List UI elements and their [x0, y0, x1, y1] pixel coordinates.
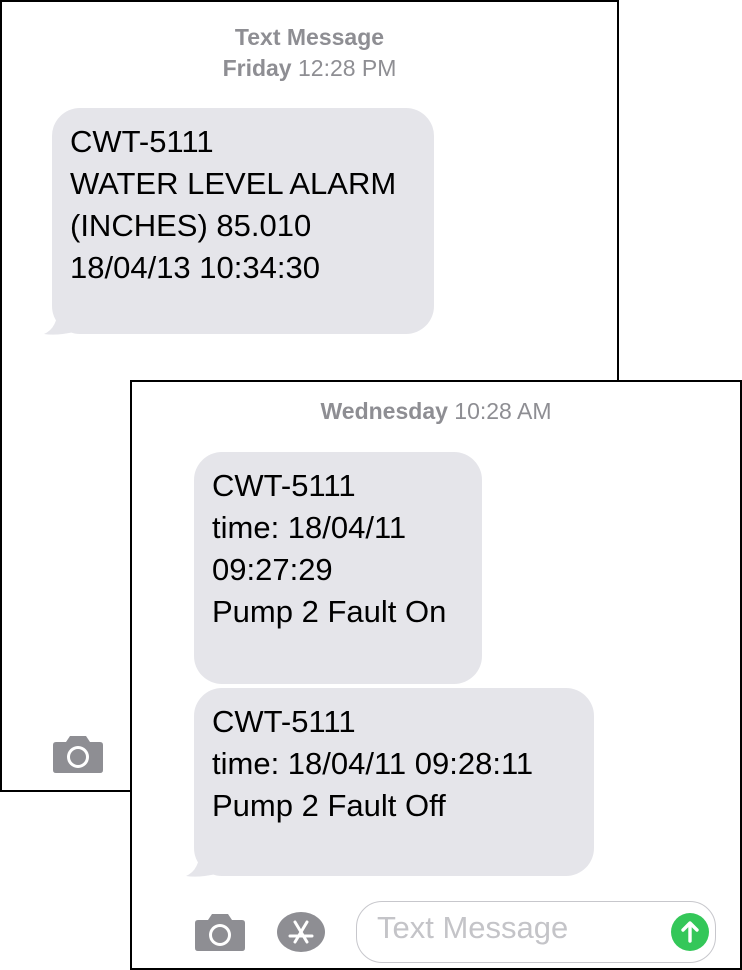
timestamp-day: Friday	[222, 55, 292, 82]
message-line: CWT-5111	[212, 704, 356, 739]
app-store-icon[interactable]	[276, 911, 326, 953]
message-line: time: 18/04/11	[212, 510, 407, 545]
message-line: 09:27:29	[212, 552, 333, 587]
timestamp-time: 12:28 PM	[297, 55, 397, 82]
front-conversation-panel: Wednesday 10:28 AM CWT-5111 time: 18/04/…	[130, 380, 742, 970]
message-line: (INCHES) 85.010	[70, 208, 312, 243]
timestamp-day: Wednesday	[320, 398, 448, 424]
camera-icon[interactable]	[194, 912, 246, 952]
timestamp: Friday 12:28 PM	[2, 53, 617, 84]
conversation-header: Wednesday 10:28 AM	[132, 396, 740, 427]
message-line: WATER LEVEL ALARM	[70, 166, 397, 201]
message-input-placeholder: Text Message	[377, 910, 569, 945]
message-line: Pump 2 Fault On	[212, 594, 447, 629]
timestamp-time: 10:28 AM	[454, 398, 552, 424]
message-line: Pump 2 Fault Off	[212, 788, 446, 823]
message-line: time: 18/04/11 09:28:11	[212, 746, 534, 781]
conversation-header: Text Message Friday 12:28 PM	[2, 22, 617, 84]
message-input[interactable]: Text Message	[356, 901, 716, 963]
message-line: 18/04/13 10:34:30	[70, 250, 320, 285]
incoming-message-bubble[interactable]: CWT-5111 WATER LEVEL ALARM (INCHES) 85.0…	[52, 108, 434, 334]
camera-icon[interactable]	[52, 734, 104, 774]
message-bubble-wrap: CWT-5111 time: 18/04/11 09:28:11 Pump 2 …	[186, 688, 594, 877]
conversation-type-label: Text Message	[234, 24, 385, 50]
send-arrow-icon[interactable]	[671, 913, 709, 951]
incoming-message-bubble[interactable]: CWT-5111 time: 18/04/11 09:27:29 Pump 2 …	[194, 452, 482, 684]
message-bubble-wrap: CWT-5111 WATER LEVEL ALARM (INCHES) 85.0…	[44, 108, 434, 335]
incoming-message-bubble[interactable]: CWT-5111 time: 18/04/11 09:28:11 Pump 2 …	[194, 688, 594, 876]
message-line: CWT-5111	[70, 124, 214, 159]
message-line: CWT-5111	[212, 468, 356, 503]
timestamp: Wednesday 10:28 AM	[132, 396, 740, 427]
message-bubble-wrap: CWT-5111 time: 18/04/11 09:27:29 Pump 2 …	[194, 452, 482, 684]
